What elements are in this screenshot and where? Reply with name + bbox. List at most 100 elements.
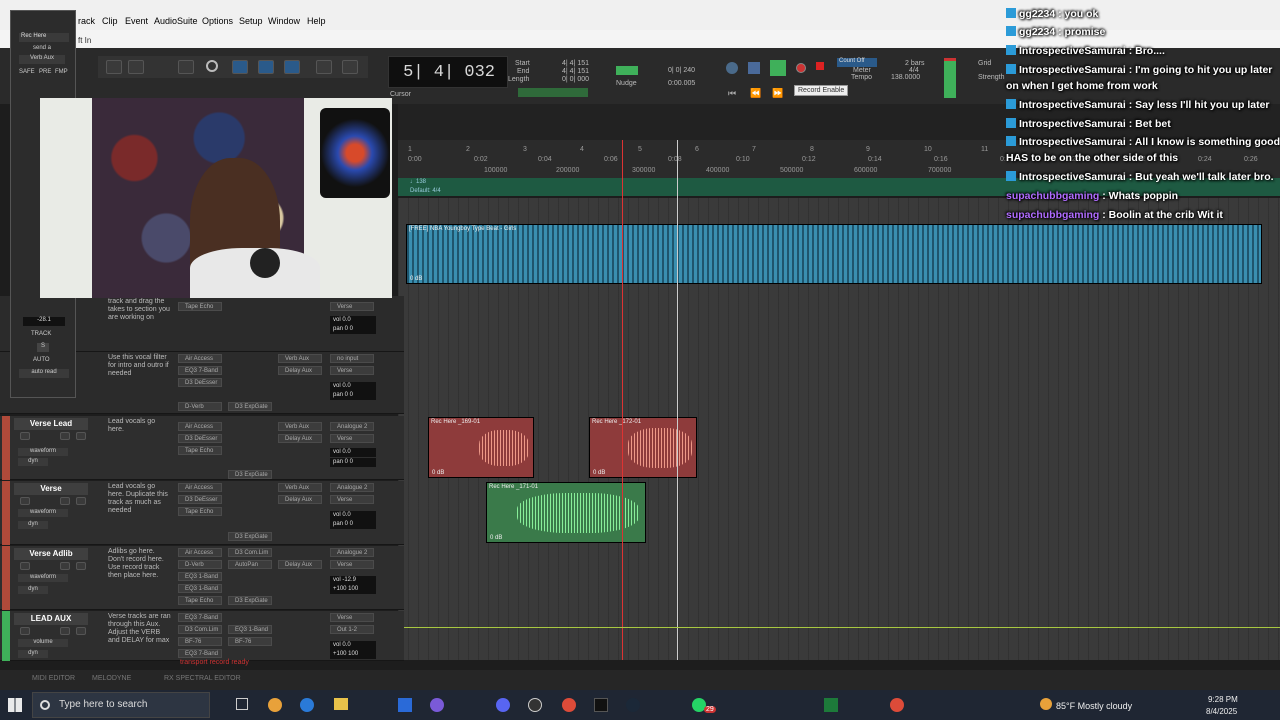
insert-slot[interactable]: D3 ExpGate (228, 402, 272, 411)
dyn-toggle[interactable]: dyn (18, 586, 48, 594)
insert-slot[interactable]: Delay Aux (278, 366, 322, 375)
insert-slot[interactable]: EQ3 7-Band (178, 649, 222, 658)
dly-toggle[interactable] (518, 88, 588, 97)
safe-button[interactable]: SAFE (19, 69, 35, 75)
grabber-tool-button[interactable] (258, 60, 274, 74)
app-icon[interactable] (268, 698, 282, 712)
chrome-icon[interactable] (890, 698, 904, 712)
output-selector[interactable]: Verse (330, 560, 374, 569)
play-button[interactable] (770, 60, 786, 76)
nudge-value[interactable]: 0:00.005 (668, 80, 695, 87)
input-selector[interactable]: Analogue 2 (330, 483, 374, 492)
insert-slot[interactable]: Tape Echo (178, 507, 222, 516)
pencil-icon[interactable] (342, 60, 358, 74)
insert-slot[interactable]: Air Access (178, 483, 222, 492)
insert-slot[interactable]: D3 DeEsser (178, 495, 222, 504)
menu-track[interactable]: rack (78, 16, 95, 26)
steam-icon[interactable] (626, 698, 640, 712)
mute-button[interactable] (76, 562, 86, 570)
mute-button[interactable] (76, 627, 86, 635)
outlook-icon[interactable] (398, 698, 412, 712)
input-selector[interactable]: no input (330, 354, 374, 363)
media-icon[interactable] (528, 698, 542, 712)
volume-readout[interactable]: vol 0.0 (330, 641, 376, 650)
vocal-clip[interactable]: Rec Here _169-01 0 dB (428, 417, 534, 478)
tab-midi-editor[interactable]: MIDI EDITOR (32, 675, 75, 682)
insert-slot[interactable]: Air Access (178, 548, 222, 557)
insert-slot[interactable]: EQ3 1-Band (178, 584, 222, 593)
insert-slot[interactable]: D3 DeEsser (178, 378, 222, 387)
menu-help[interactable]: Help (307, 16, 326, 26)
count-off-bars[interactable]: 2 bars (905, 60, 924, 67)
speaker-icon[interactable] (316, 60, 332, 74)
trim-tool-button[interactable] (128, 60, 144, 74)
end-value[interactable]: 4| 4| 151 (562, 68, 589, 75)
solo-button[interactable] (60, 432, 70, 440)
forward-icon[interactable]: ⏩ (772, 88, 783, 99)
track-comment[interactable]: Adlibs go here. Don't record here. Use r… (108, 548, 172, 580)
solo-button[interactable] (60, 497, 70, 505)
insert-slot[interactable]: Tape Echo (178, 596, 222, 605)
track-view-selector[interactable]: volume (18, 639, 68, 647)
tab-rx-spectral-editor[interactable]: RX SPECTRAL EDITOR (164, 675, 241, 682)
nudge-button[interactable] (178, 60, 194, 74)
input-selector[interactable]: Analogue 2 (330, 422, 374, 431)
volume-readout[interactable]: vol 0.0 (330, 511, 376, 520)
mixer-track-name[interactable]: Rec Here (19, 33, 69, 42)
back-icon[interactable]: ⏪ (750, 88, 761, 99)
clock-time[interactable]: 9:28 PM (1208, 695, 1238, 704)
playhead[interactable] (622, 140, 623, 660)
insert-slot[interactable]: D3 ExpGate (228, 532, 272, 541)
search-icon[interactable] (206, 60, 218, 72)
insert-slot[interactable]: D3 Com.Lim (178, 625, 222, 634)
zoom-tool-button[interactable] (106, 60, 122, 74)
insert-slot[interactable]: EQ3 7-Band (178, 366, 222, 375)
dyn-toggle[interactable]: dyn (18, 521, 48, 529)
mixer-send-selector[interactable]: Verb Aux (19, 55, 65, 64)
discord-icon[interactable] (496, 698, 510, 712)
menu-audiosuite[interactable]: AudioSuite (154, 16, 198, 26)
track-name[interactable]: Verse Adlib (14, 548, 88, 560)
track-view-selector[interactable]: waveform (18, 574, 68, 582)
length-value[interactable]: 0| 0| 000 (562, 76, 589, 83)
input-selector[interactable]: Analogue 2 (330, 548, 374, 557)
chrome-icon[interactable] (562, 698, 576, 712)
track-comment[interactable]: Lead vocals go here. Duplicate this trac… (108, 483, 172, 515)
clip-gain[interactable]: 0 dB (593, 470, 605, 476)
insert-slot[interactable]: D-Verb (178, 402, 222, 411)
mute-button[interactable] (76, 432, 86, 440)
track-comment[interactable]: Lead vocals go here. (108, 418, 172, 434)
volume-readout[interactable]: vol 0.0 (330, 448, 376, 457)
dyn-toggle[interactable]: dyn (18, 650, 48, 658)
insert-slot[interactable]: Delay Aux (278, 434, 322, 443)
menu-options[interactable]: Options (202, 16, 233, 26)
rec-arm-button[interactable] (20, 432, 30, 440)
volume-automation-line[interactable] (404, 627, 1280, 628)
track-view-selector[interactable]: waveform (18, 509, 68, 517)
insert-slot[interactable]: BF-76 (178, 637, 222, 646)
insert-slot[interactable]: D3 ExpGate (228, 470, 272, 479)
menu-window[interactable]: Window (268, 16, 300, 26)
pan-readout[interactable]: pan 0 0 (330, 520, 376, 529)
selector-tool-button[interactable] (232, 60, 248, 74)
output-selector[interactable]: Verse (330, 366, 374, 375)
volume-readout[interactable]: vol 0.0 (330, 316, 376, 325)
tab-melodyne[interactable]: MELODYNE (92, 675, 131, 682)
app-icon[interactable] (430, 698, 444, 712)
insert-slot[interactable]: D-Verb (178, 560, 222, 569)
insert-slot[interactable]: Verb Aux (278, 483, 322, 492)
mixer-solo-button[interactable]: S (37, 343, 49, 352)
insert-slot[interactable]: EQ3 7-Band (178, 613, 222, 622)
clip-gain[interactable]: 0 dB (410, 276, 422, 282)
track-name[interactable]: Verse (14, 483, 88, 495)
smart-tool-button[interactable] (284, 60, 300, 74)
pan-readout[interactable]: pan 0 0 (330, 391, 376, 400)
stop-button[interactable] (748, 62, 760, 74)
pre-button[interactable]: PRE (39, 69, 51, 75)
menu-event[interactable]: Event (125, 16, 148, 26)
insert-slot[interactable]: D3 DeEsser (178, 434, 222, 443)
tempo-value[interactable]: 138.0000 (891, 74, 920, 81)
pro-tools-icon[interactable] (594, 698, 608, 712)
insert-slot[interactable]: D3 ExpGate (228, 596, 272, 605)
dyn-toggle[interactable]: dyn (18, 458, 48, 466)
